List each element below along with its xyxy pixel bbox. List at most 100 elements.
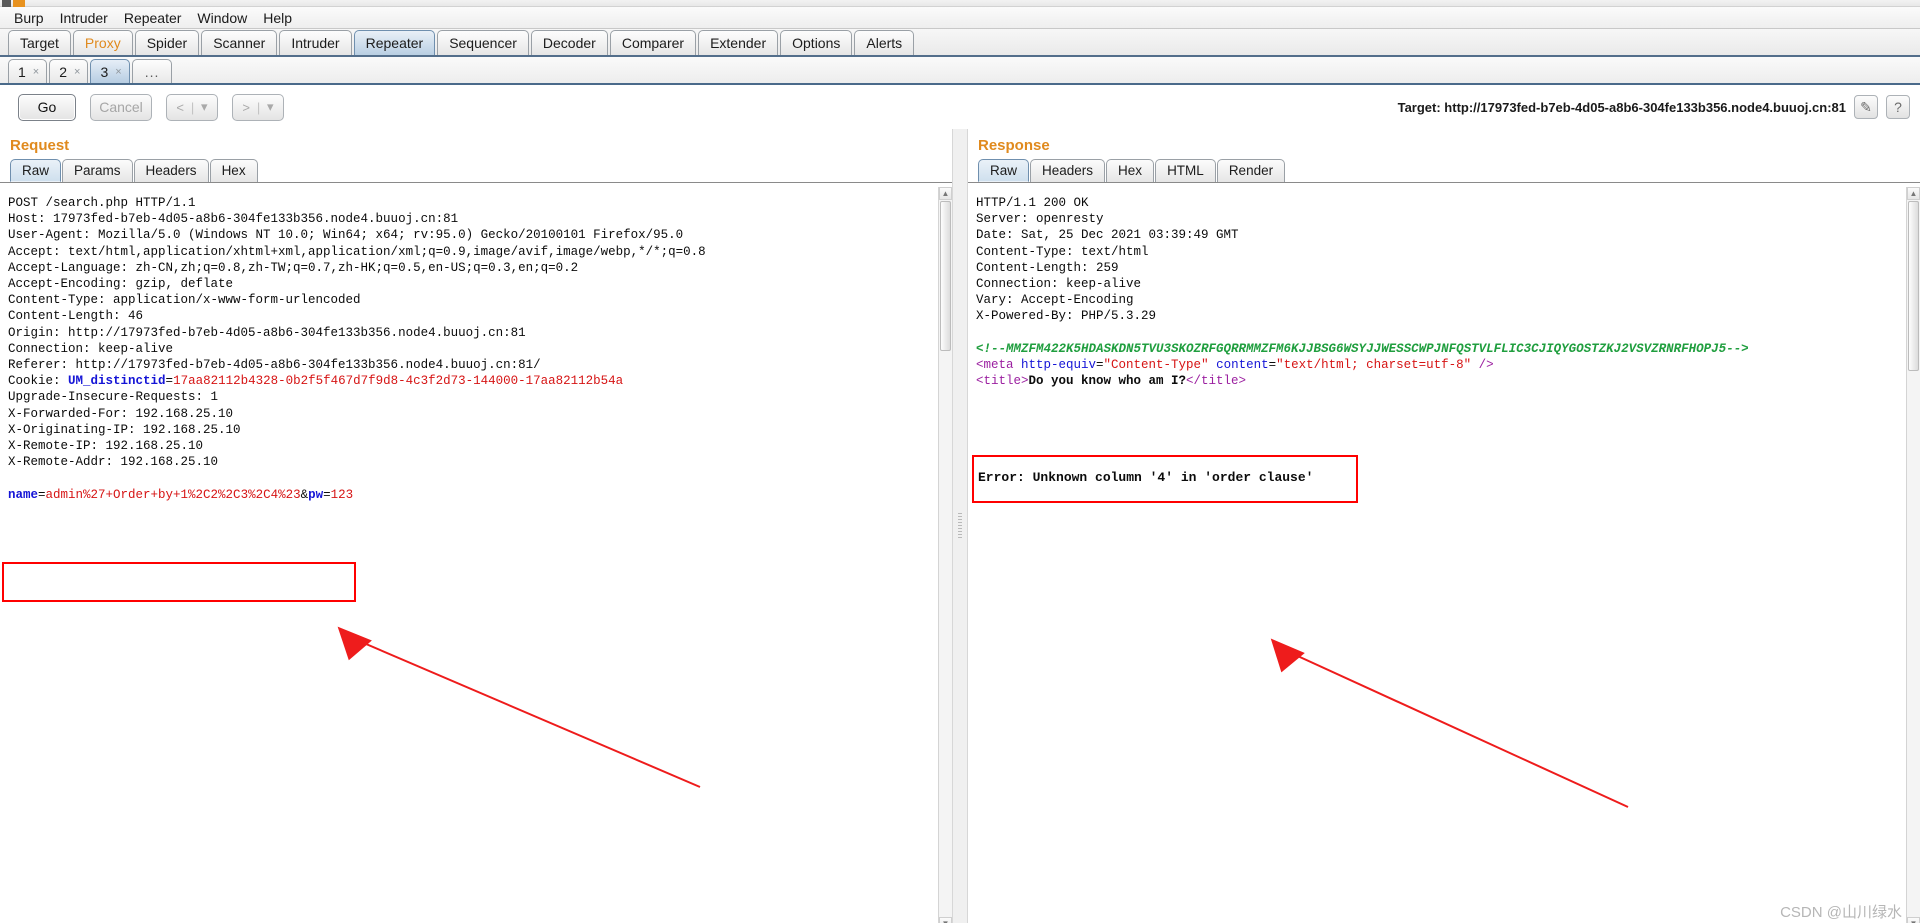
request-line: Origin: http://17973fed-b7eb-4d05-a8b6-3… (8, 325, 526, 340)
tab-proxy[interactable]: Proxy (72, 30, 133, 55)
tab-intruder[interactable]: Intruder (279, 30, 352, 55)
tab-repeater[interactable]: Repeater (353, 30, 436, 55)
cookie-key: UM_distinctid (68, 374, 166, 389)
body-param-name: name (8, 487, 39, 502)
response-tab-bar: Raw Headers Hex HTML Render (968, 158, 1920, 183)
chevron-down-icon[interactable]: ▾ (201, 99, 208, 115)
request-raw-text[interactable]: POST /search.php HTTP/1.1 Host: 17973fed… (0, 187, 938, 923)
window-icon-dark (2, 0, 11, 7)
html-comment-line: <!--MMZFM422K5HDASKDN5TVU3SKOZRFGQRRMMZF… (976, 341, 1749, 356)
title-tag-line: <title>Do you know who am I?</title> (976, 374, 1246, 388)
response-editor[interactable]: HTTP/1.1 200 OK Server: openresty Date: … (968, 187, 1920, 923)
go-button[interactable]: Go (18, 93, 76, 121)
response-line: HTTP/1.1 200 OK (976, 196, 1089, 210)
request-scrollbar[interactable]: ▲ ▼ (938, 187, 952, 923)
response-line: Connection: keep-alive (976, 277, 1142, 292)
request-line: Content-Length: 46 (8, 309, 144, 324)
request-line: Accept: text/html,application/xhtml+xml,… (8, 244, 706, 259)
body-param-value: admin%27+Order+by+1%2C2%2C3%2C4%23 (45, 487, 301, 502)
response-tab-render[interactable]: Render (1216, 159, 1286, 182)
scrollbar-thumb[interactable] (940, 201, 951, 351)
repeater-tab-1-label: 1 (18, 63, 26, 80)
menu-item-repeater[interactable]: Repeater (116, 8, 190, 28)
cancel-button[interactable]: Cancel (90, 93, 152, 121)
tab-comparer[interactable]: Comparer (609, 30, 697, 55)
meta-tag-line: <meta http-equiv="Content-Type" content=… (976, 358, 1494, 372)
tab-decoder[interactable]: Decoder (530, 30, 608, 55)
equals-sign: = (38, 487, 46, 502)
request-tab-raw[interactable]: Raw (10, 159, 62, 182)
tab-extender[interactable]: Extender (698, 30, 779, 55)
divider-grip[interactable] (958, 513, 962, 540)
response-tab-hex[interactable]: Hex (1106, 159, 1155, 182)
title-close-tag: </title> (1186, 374, 1247, 389)
menu-bar: Burp Intruder Repeater Window Help (0, 7, 1920, 29)
repeater-tab-more[interactable]: ... (131, 59, 173, 83)
request-tab-params[interactable]: Params (62, 159, 133, 182)
pane-divider[interactable] (952, 129, 968, 923)
response-scrollbar[interactable]: ▲ ▼ (1906, 187, 1920, 923)
request-line: Host: 17973fed-b7eb-4d05-a8b6-304fe133b3… (8, 212, 459, 227)
request-line: Connection: keep-alive (8, 341, 174, 356)
request-line: POST /search.php HTTP/1.1 (8, 196, 196, 210)
equals-sign: = (1096, 358, 1104, 373)
equals-sign: = (1268, 358, 1277, 373)
tab-scanner[interactable]: Scanner (201, 30, 278, 55)
close-icon[interactable]: × (33, 61, 39, 83)
scroll-up-icon[interactable]: ▲ (1907, 187, 1920, 200)
meta-close: /> (1471, 358, 1494, 373)
request-editor[interactable]: POST /search.php HTTP/1.1 Host: 17973fed… (0, 187, 952, 923)
title-open-tag: <title> (976, 374, 1029, 389)
help-icon[interactable]: ? (1886, 95, 1910, 119)
chevron-down-icon[interactable]: ▾ (267, 99, 274, 115)
pencil-icon[interactable]: ✎ (1854, 95, 1878, 119)
repeater-tab-3[interactable]: 3 × (90, 59, 130, 83)
meta-value-charset: "text/html; charset=utf-8" (1276, 358, 1472, 373)
tab-spider[interactable]: Spider (134, 30, 200, 55)
response-pane: Response Raw Headers Hex HTML Render HTT… (968, 129, 1920, 923)
target-area: Target: http://17973fed-b7eb-4d05-a8b6-3… (1398, 95, 1910, 119)
response-line: Content-Length: 259 (976, 260, 1119, 275)
repeater-tab-2[interactable]: 2 × (49, 59, 89, 83)
response-raw-text[interactable]: HTTP/1.1 200 OK Server: openresty Date: … (968, 187, 1906, 923)
response-line: X-Powered-By: PHP/5.3.29 (976, 309, 1157, 324)
tab-sequencer[interactable]: Sequencer (437, 30, 529, 55)
forward-button[interactable]: > | ▾ (232, 93, 284, 121)
request-tab-headers[interactable]: Headers (133, 159, 209, 182)
meta-open: <meta (976, 358, 1022, 373)
repeater-tab-2-label: 2 (59, 63, 68, 80)
request-line: X-Remote-Addr: 192.168.25.10 (8, 455, 219, 470)
menu-item-burp[interactable]: Burp (6, 8, 52, 28)
body-param-name: pw (308, 487, 324, 502)
request-line: Accept-Encoding: gzip, deflate (8, 277, 234, 292)
repeater-toolbar: Go Cancel < | ▾ > | ▾ Target: http://179… (0, 85, 1920, 129)
close-icon[interactable]: × (74, 61, 80, 83)
ampersand: & (300, 487, 309, 502)
back-button[interactable]: < | ▾ (166, 93, 218, 121)
repeater-tab-1[interactable]: 1 × (8, 59, 48, 83)
request-body-line: name=admin%27+Order+by+1%2C2%2C3%2C4%23&… (8, 488, 353, 502)
menu-item-help[interactable]: Help (255, 8, 300, 28)
tab-options[interactable]: Options (780, 30, 853, 55)
request-tab-hex[interactable]: Hex (209, 159, 258, 182)
request-line: User-Agent: Mozilla/5.0 (Windows NT 10.0… (8, 228, 684, 243)
scroll-down-icon[interactable]: ▼ (1907, 917, 1920, 923)
scroll-down-icon[interactable]: ▼ (939, 917, 952, 923)
request-line: X-Originating-IP: 192.168.25.10 (8, 422, 241, 437)
response-tab-raw[interactable]: Raw (978, 159, 1030, 182)
response-line: Vary: Accept-Encoding (976, 293, 1134, 308)
window-title-strip (0, 0, 1920, 7)
close-icon[interactable]: × (115, 61, 121, 83)
request-line: Accept-Language: zh-CN,zh;q=0.8,zh-TW;q=… (8, 260, 579, 275)
request-response-split: Request Raw Params Headers Hex POST /sea… (0, 129, 1920, 923)
response-tab-headers[interactable]: Headers (1030, 159, 1106, 182)
scrollbar-thumb[interactable] (1908, 201, 1919, 371)
scroll-up-icon[interactable]: ▲ (939, 187, 952, 200)
tab-alerts[interactable]: Alerts (854, 30, 915, 55)
meta-attr-content: content (1208, 358, 1269, 373)
response-tab-html[interactable]: HTML (1155, 159, 1216, 182)
tab-target[interactable]: Target (8, 30, 71, 55)
request-line: Referer: http://17973fed-b7eb-4d05-a8b6-… (8, 358, 541, 373)
menu-item-intruder[interactable]: Intruder (52, 8, 116, 28)
menu-item-window[interactable]: Window (189, 8, 255, 28)
